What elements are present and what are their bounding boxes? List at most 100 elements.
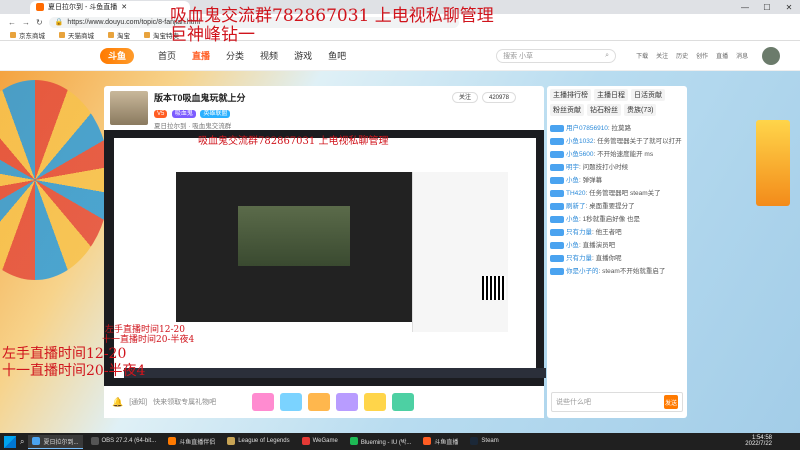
windows-start-icon[interactable] [4,435,16,448]
chat-message: 你是小子的: steam不开始就重启了 [547,265,687,278]
chat-message: TH420: 任务管理器吧 steam关了 [547,187,687,200]
host-avatar[interactable] [110,91,148,125]
system-clock[interactable]: 1:54:58 2022/7/22 [745,435,772,447]
gift-icon[interactable] [364,393,387,411]
bookmark-item[interactable]: 京东商城 [10,30,45,40]
nested-chat-panel [412,172,508,332]
taskbar-item[interactable]: OBS 27.2.4 (64-bit... [87,435,161,449]
chat-message: 只有力量: 直播你呢 [547,252,687,265]
chat-messages: 用户07856910: 拉莫路 小鱼1032: 任务管理器关于了就可以打开 小鱼… [547,122,687,374]
site-header: 斗鱼 首页 直播 分类 视频 游戏 鱼吧 搜索 小草 ⌕ 下载 关注 历史 创作… [0,41,800,71]
message-icon[interactable]: 消息 [736,51,748,60]
history-icon[interactable]: 历史 [676,51,688,60]
user-avatar[interactable] [762,46,781,65]
chat-message: 小鱼: 直播演员吧 [547,239,687,252]
window-controls: — ☐ ✕ [734,0,800,14]
gift-icon[interactable] [308,393,331,411]
close-tab-icon[interactable]: ✕ [121,3,127,11]
tab-schedule[interactable]: 主播日程 [594,89,628,101]
overlay-text: 巨神峰钻一 [170,25,255,45]
site-logo[interactable]: 斗鱼 [100,47,134,64]
chat-input[interactable]: 说些什么吧 发送 [551,392,683,412]
room-meta: 吸血鬼交流群 [192,123,232,130]
create-icon[interactable]: 创作 [696,51,708,60]
nav-live[interactable]: 直播 [192,49,210,62]
site-favicon-icon [36,3,44,11]
notice-icon: 🔔 [112,396,124,407]
tab-title: 夏日拉尔到 - 斗鱼直播 [48,4,118,11]
taskbar-item[interactable]: 斗鱼直播 [419,435,462,449]
notice-prefix: [通知] [129,399,148,406]
taskbar-item[interactable]: 斗鱼直播伴侣 [164,435,219,449]
level-badge-icon [550,164,564,171]
chat-message: 明宇: 问题技打小时候 [547,161,687,174]
tab-daily[interactable]: 日活贡献 [631,89,665,101]
gift-bar: 🔔 [通知] 快来领取专属礼物吧 [104,386,544,418]
overlay-text: 吸血鬼交流群782867031 上电视私聊管理 [198,136,389,147]
room-header: 版本T0吸血鬼玩就上分 V5 吸血鬼 英雄联盟 夏日拉尔到 · 吸血鬼交流群 [104,86,544,130]
level-badge-icon [550,138,564,145]
taskbar-item[interactable]: League of Legends [223,435,293,449]
level-badge-icon [550,177,564,184]
search-placeholder: 搜索 小草 [503,52,534,60]
maximize-button[interactable]: ☐ [756,0,778,14]
send-button[interactable]: 发送 [664,395,678,409]
nav-home[interactable]: 首页 [158,49,176,62]
close-window-button[interactable]: ✕ [778,0,800,14]
gift-icon[interactable] [392,393,415,411]
qr-code [482,276,506,300]
taskbar-item[interactable]: WeGame [298,435,342,449]
main-nav: 首页 直播 分类 视频 游戏 鱼吧 [158,49,346,62]
tab-diamond[interactable]: 钻石粉丝 [587,104,621,116]
video-player[interactable] [104,130,546,386]
chat-message: 小鱼1032: 任务管理器关于了就可以打开 [547,135,687,148]
nav-category[interactable]: 分类 [226,49,244,62]
nav-game[interactable]: 游戏 [294,49,312,62]
live-icon[interactable]: 直播 [716,51,728,60]
level-badge-icon [550,216,564,223]
bookmark-item[interactable]: 淘宝 [108,30,130,40]
tab-fans[interactable]: 粉丝贡献 [550,104,584,116]
follow-icon[interactable]: 关注 [656,51,668,60]
music-icon [349,437,358,445]
host-name[interactable]: 夏日拉尔到 [154,123,187,130]
bookmarks-bar: 京东商城 天猫商城 淘宝 淘宝特卖 [0,30,800,41]
nav-fishbar[interactable]: 鱼吧 [328,49,346,62]
gift-icon[interactable] [280,393,303,411]
lol-icon [227,437,236,445]
forward-icon[interactable]: → [22,18,30,27]
back-icon[interactable]: ← [8,18,16,27]
tab-rank[interactable]: 主播排行榜 [550,89,591,101]
search-icon[interactable]: ⌕ [605,52,609,60]
chat-message: 用户07856910: 拉莫路 [547,122,687,135]
chat-message: 小鱼: 1秒就重启好像 也是 [547,213,687,226]
room-tag[interactable]: 吸血鬼 [171,110,196,118]
taskbar-item[interactable]: Steam [466,435,502,449]
room-tag: V5 [154,110,168,118]
room-tag[interactable]: 英雄联盟 [200,110,231,118]
taskbar-item[interactable]: 夏日拉尔到... [28,434,83,449]
room-title: 版本T0吸血鬼玩就上分 [154,93,246,103]
chat-message: 小鱼5600: 不开始速度能开 ms [547,148,687,161]
reload-icon[interactable]: ↻ [36,18,43,27]
minimize-button[interactable]: — [734,0,756,14]
nav-video[interactable]: 视频 [260,49,278,62]
gift-icon[interactable] [252,393,275,411]
tab-noble[interactable]: 贵族(73) [624,104,657,116]
bookmark-icon [10,32,16,38]
windows-taskbar: ⌕ 夏日拉尔到... OBS 27.2.4 (64-bit... 斗鱼直播伴侣 … [0,433,800,450]
gift-icon[interactable] [336,393,359,411]
steam-icon [470,437,479,445]
douyu-icon [168,437,177,445]
taskbar-item[interactable]: Blueming - IU (박... [346,435,416,449]
download-icon[interactable]: 下载 [636,51,648,60]
bookmark-item[interactable]: 天猫商城 [59,30,94,40]
bookmark-icon [59,32,65,38]
follow-button[interactable]: 关注 [452,92,478,103]
browser-icon [32,437,41,445]
browser-tab[interactable]: 夏日拉尔到 - 斗鱼直播 ✕ [30,0,190,14]
notice-text: 快来领取专属礼物吧 [153,399,217,406]
promo-banner[interactable] [756,120,790,206]
search-icon[interactable]: ⌕ [20,437,24,447]
search-input[interactable]: 搜索 小草 ⌕ [496,48,617,63]
